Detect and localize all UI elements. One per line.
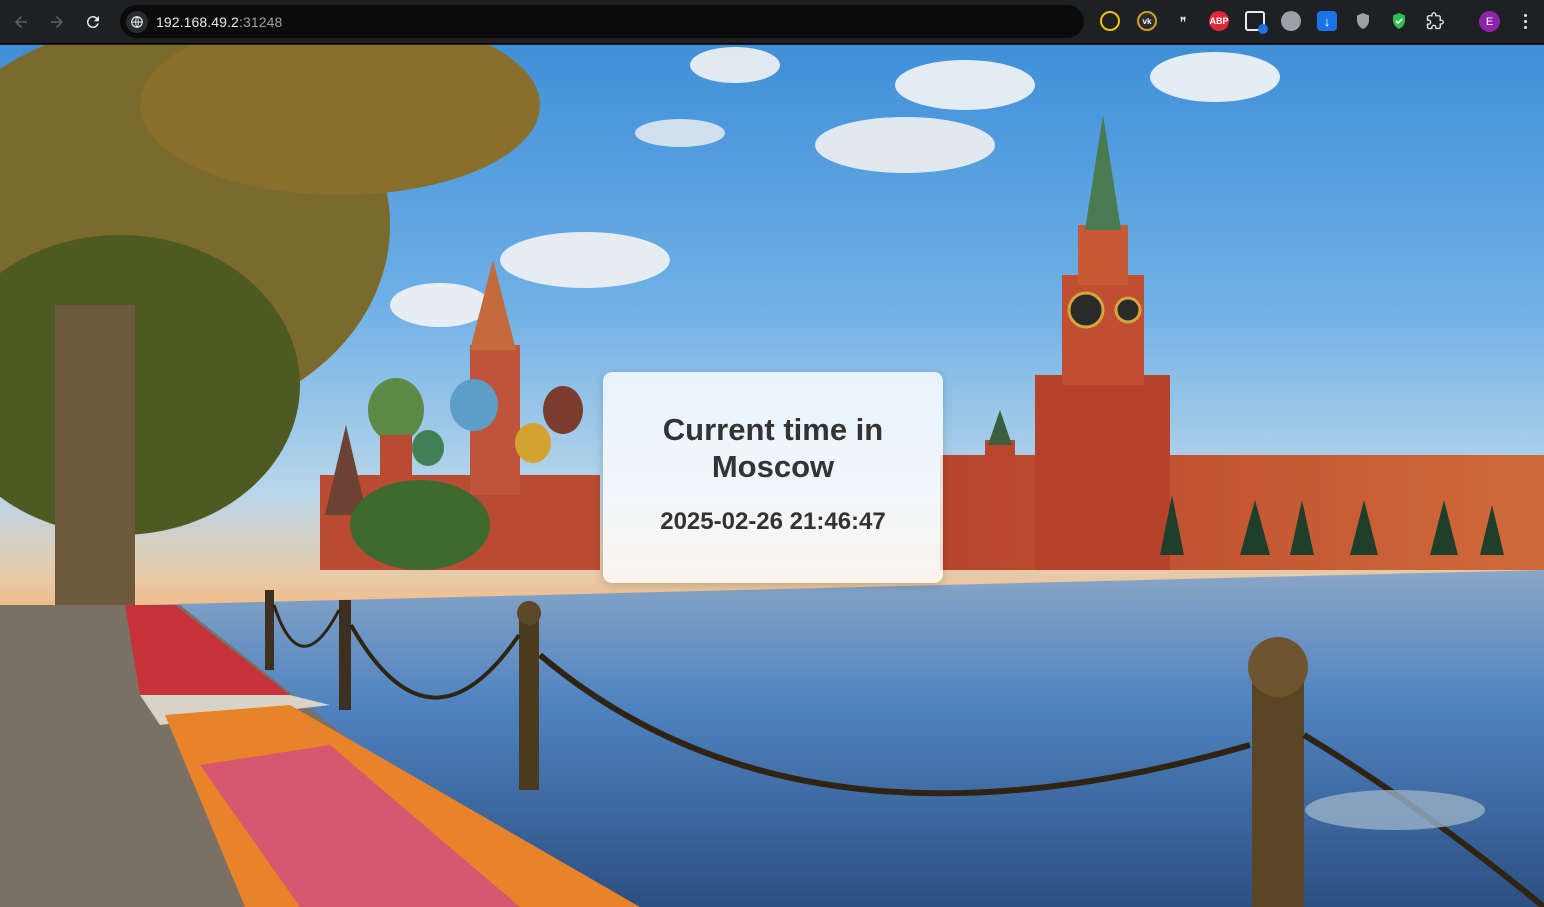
arrow-right-icon [51,16,63,28]
green-shield-extension-icon[interactable] [1389,11,1409,31]
extension-3-icon[interactable]: ꟸ [1173,11,1193,31]
url-host: 192.168.49.2 [156,13,239,30]
forward-button[interactable] [43,8,71,36]
url-port: :31248 [238,13,283,30]
back-button[interactable] [7,8,35,36]
reload-button[interactable] [79,8,107,36]
moscow-time-card: Current time in Moscow 2025-02-26 21:46:… [603,372,943,583]
browser-menu-button[interactable] [1516,11,1534,33]
extensions-puzzle-icon[interactable] [1425,11,1445,31]
page-viewport: Current time in Moscow 2025-02-26 21:46:… [0,45,1544,907]
browser-toolbar: 192.168.49.2:31248 vk ꟸ ABP ↓ E [0,0,1544,44]
vk-extension-icon[interactable]: vk [1137,11,1157,31]
current-time-value: 2025-02-26 21:46:47 [660,508,886,535]
site-info-button[interactable] [126,10,148,33]
adblock-plus-icon[interactable]: ABP [1209,11,1229,31]
extension-1-icon[interactable] [1100,11,1120,31]
address-bar[interactable]: 192.168.49.2:31248 [120,5,1084,38]
adblock-plus-label: ABP [1209,16,1229,26]
globe-icon [131,15,143,28]
arrow-left-icon [15,16,27,28]
url-text[interactable]: 192.168.49.2:31248 [156,14,282,30]
shield-extension-icon[interactable] [1353,11,1373,31]
download-extension-icon[interactable]: ↓ [1317,11,1337,31]
reload-icon [86,16,99,29]
window-extension-icon[interactable] [1245,11,1268,34]
profile-avatar[interactable]: E [1479,11,1500,32]
globe-extension-icon[interactable] [1281,11,1301,31]
page-title: Current time in Moscow [662,412,884,484]
